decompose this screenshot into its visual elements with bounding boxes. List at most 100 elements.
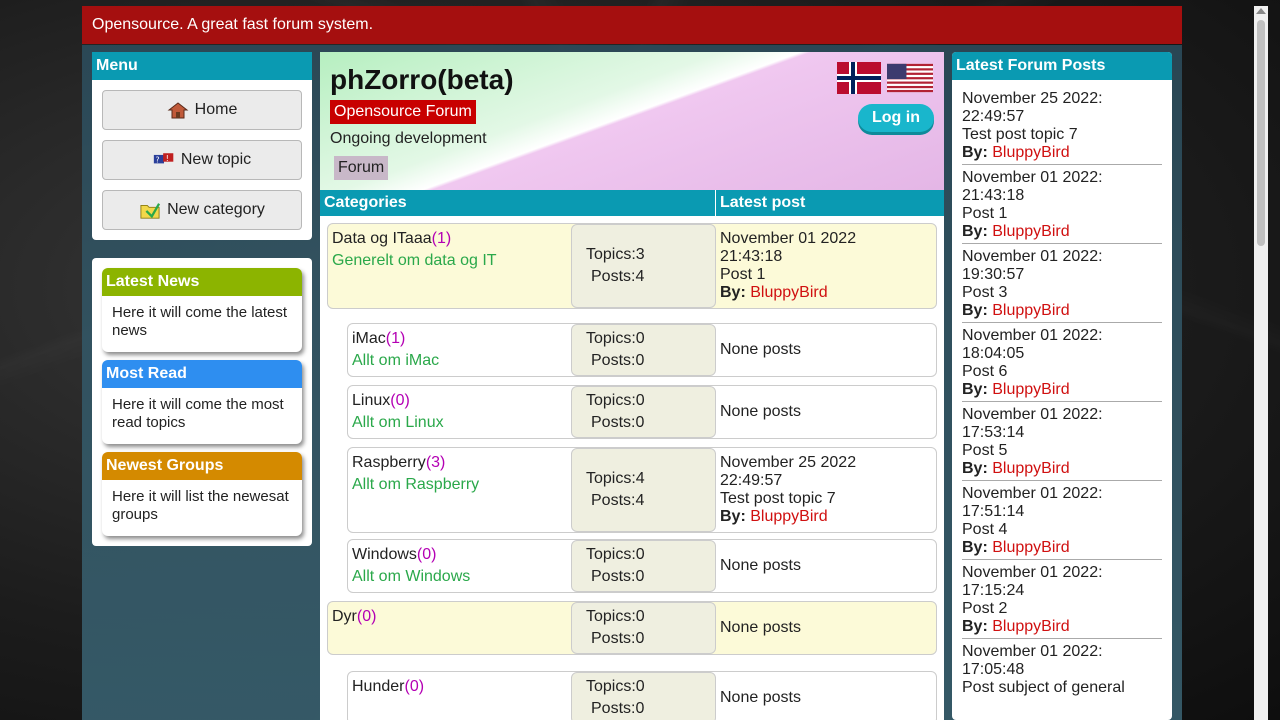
category-name[interactable]: iMac: [352, 330, 386, 347]
category-stats: Topics:0 Posts:0: [571, 602, 716, 654]
posts-count: Posts:0: [591, 700, 645, 717]
post-author-link[interactable]: BluppyBird: [992, 302, 1069, 319]
subcategory-row[interactable]: Raspberry(3) Allt om Raspberry Topics:4 …: [347, 447, 937, 533]
by-label: By:: [962, 381, 988, 398]
post-author-link[interactable]: BluppyBird: [992, 618, 1069, 635]
latest-post-item[interactable]: November 01 2022: 21:43:18 Post 1 By: Bl…: [962, 165, 1162, 244]
post-title[interactable]: Post 4: [962, 521, 1162, 539]
category-row[interactable]: Data og ITaaa(1) Generelt om data og IT …: [327, 223, 937, 309]
category-name[interactable]: Windows: [352, 546, 417, 563]
forum-header: phZorro(beta) Opensource Forum Ongoing d…: [320, 52, 944, 190]
latest-post-item[interactable]: November 01 2022: 19:30:57 Post 3 By: Bl…: [962, 244, 1162, 323]
category-name[interactable]: Raspberry: [352, 454, 426, 471]
latest-news-title: Latest News: [102, 268, 302, 296]
new-category-button[interactable]: New category: [102, 190, 302, 230]
site-banner-text: Opensource. A great fast forum system.: [92, 16, 374, 33]
post-author-link[interactable]: BluppyBird: [750, 284, 827, 301]
category-stats: Topics:0 Posts:0: [571, 386, 716, 438]
login-button[interactable]: Log in: [858, 104, 934, 132]
category-count: (0): [390, 392, 410, 409]
latest-post-cell: November 01 2022 21:43:18 Post 1 By: Blu…: [716, 224, 936, 308]
by-label: By:: [962, 618, 988, 635]
site-title: phZorro(beta): [330, 64, 514, 95]
latest-post-item[interactable]: November 01 2022: 18:04:05 Post 6 By: Bl…: [962, 323, 1162, 402]
category-stats: Topics:4 Posts:4: [571, 448, 716, 532]
category-name-cell: Hunder(0): [348, 672, 571, 720]
post-title[interactable]: Post 1: [962, 205, 1162, 223]
post-title[interactable]: Post 2: [962, 600, 1162, 618]
new-topic-button[interactable]: ?! New topic: [102, 140, 302, 180]
post-author-link[interactable]: BluppyBird: [750, 508, 827, 525]
category-name[interactable]: Hunder: [352, 678, 404, 695]
post-date: November 01 2022:: [962, 406, 1103, 423]
by-label: By:: [962, 539, 988, 556]
post-author-link[interactable]: BluppyBird: [992, 223, 1069, 240]
latest-post-time: 22:49:57: [720, 472, 783, 489]
post-title[interactable]: Post subject of general: [962, 679, 1162, 697]
forum-nav-link[interactable]: Forum: [334, 156, 389, 180]
latest-post-item[interactable]: November 01 2022: 17:51:14 Post 4 By: Bl…: [962, 481, 1162, 560]
subcategory-row[interactable]: iMac(1) Allt om iMac Topics:0 Posts:0 No…: [347, 323, 937, 377]
posts-count: Posts:0: [591, 352, 645, 369]
latest-post-item[interactable]: November 01 2022: 17:05:48 Post subject …: [962, 639, 1162, 699]
category-count: (3): [425, 454, 446, 471]
post-author-link[interactable]: BluppyBird: [992, 539, 1069, 556]
forum-badge: Opensource Forum: [330, 100, 476, 124]
page-scrollbar[interactable]: [1254, 6, 1268, 720]
post-title[interactable]: Test post topic 7: [962, 126, 1162, 144]
by-label: By:: [962, 460, 988, 477]
site-banner: Opensource. A great fast forum system.: [82, 6, 1182, 44]
most-read-widget: Most Read Here it will come the most rea…: [102, 360, 302, 444]
subcategory-row[interactable]: Hunder(0) Topics:0 Posts:0 None posts: [347, 671, 937, 720]
post-author-link[interactable]: BluppyBird: [992, 144, 1069, 161]
subcategory-row[interactable]: Linux(0) Allt om Linux Topics:0 Posts:0 …: [347, 385, 937, 439]
most-read-body: Here it will come the most read topics: [112, 396, 284, 431]
no-posts-text: None posts: [720, 689, 801, 706]
latest-post-cell: None posts: [716, 602, 936, 654]
posts-count: Posts:0: [591, 568, 645, 585]
by-label: By:: [962, 302, 988, 319]
no-posts-text: None posts: [720, 341, 801, 358]
posts-count: Posts:4: [591, 492, 645, 509]
latest-post-cell: None posts: [716, 672, 936, 720]
latest-post-cell: None posts: [716, 386, 936, 438]
by-label: By:: [962, 144, 988, 161]
latest-post-item[interactable]: November 01 2022: 17:53:14 Post 5 By: Bl…: [962, 402, 1162, 481]
subcategory-row[interactable]: Windows(0) Allt om Windows Topics:0 Post…: [347, 539, 937, 593]
by-label: By:: [720, 284, 746, 301]
category-row[interactable]: Dyr(0) Topics:0 Posts:0 None posts: [327, 601, 937, 655]
topics-count: Topics:3: [586, 246, 645, 263]
posts-count: Posts:4: [591, 268, 645, 285]
category-name[interactable]: Data og ITaaa: [332, 230, 432, 247]
category-name[interactable]: Linux: [352, 392, 390, 409]
norway-flag-icon[interactable]: [836, 62, 882, 94]
latest-post-item[interactable]: November 25 2022: 22:49:57 Test post top…: [962, 86, 1162, 165]
post-title[interactable]: Post 6: [962, 363, 1162, 381]
categories-column-header: Categories: [320, 190, 716, 216]
menu-title: Menu: [92, 52, 312, 80]
post-date: November 25 2022:: [962, 90, 1103, 107]
post-author-link[interactable]: BluppyBird: [992, 460, 1069, 477]
usa-flag-icon[interactable]: [887, 62, 933, 94]
category-name[interactable]: Dyr: [332, 608, 357, 625]
main-content: phZorro(beta) Opensource Forum Ongoing d…: [320, 52, 944, 720]
post-time: 18:04:05: [962, 345, 1025, 362]
post-title[interactable]: Post 5: [962, 442, 1162, 460]
post-author-link[interactable]: BluppyBird: [992, 381, 1069, 398]
category-description: Allt om Linux: [352, 414, 444, 431]
latest-post-title[interactable]: Test post topic 7: [720, 490, 932, 508]
new-topic-label: New topic: [180, 151, 252, 168]
home-button[interactable]: Home: [102, 90, 302, 130]
by-label: By:: [720, 508, 746, 525]
post-title[interactable]: Post 3: [962, 284, 1162, 302]
latest-post-item[interactable]: November 01 2022: 17:15:24 Post 2 By: Bl…: [962, 560, 1162, 639]
topics-count: Topics:4: [586, 470, 645, 487]
scroll-thumb[interactable]: [1257, 20, 1265, 246]
latest-post-title[interactable]: Post 1: [720, 266, 932, 284]
category-count: (1): [385, 330, 406, 347]
svg-text:?: ?: [155, 156, 159, 165]
latest-news-widget: Latest News Here it will come the latest…: [102, 268, 302, 352]
no-posts-text: None posts: [720, 557, 801, 574]
home-label: Home: [194, 101, 238, 118]
scroll-up-arrow-icon[interactable]: [1256, 8, 1266, 14]
